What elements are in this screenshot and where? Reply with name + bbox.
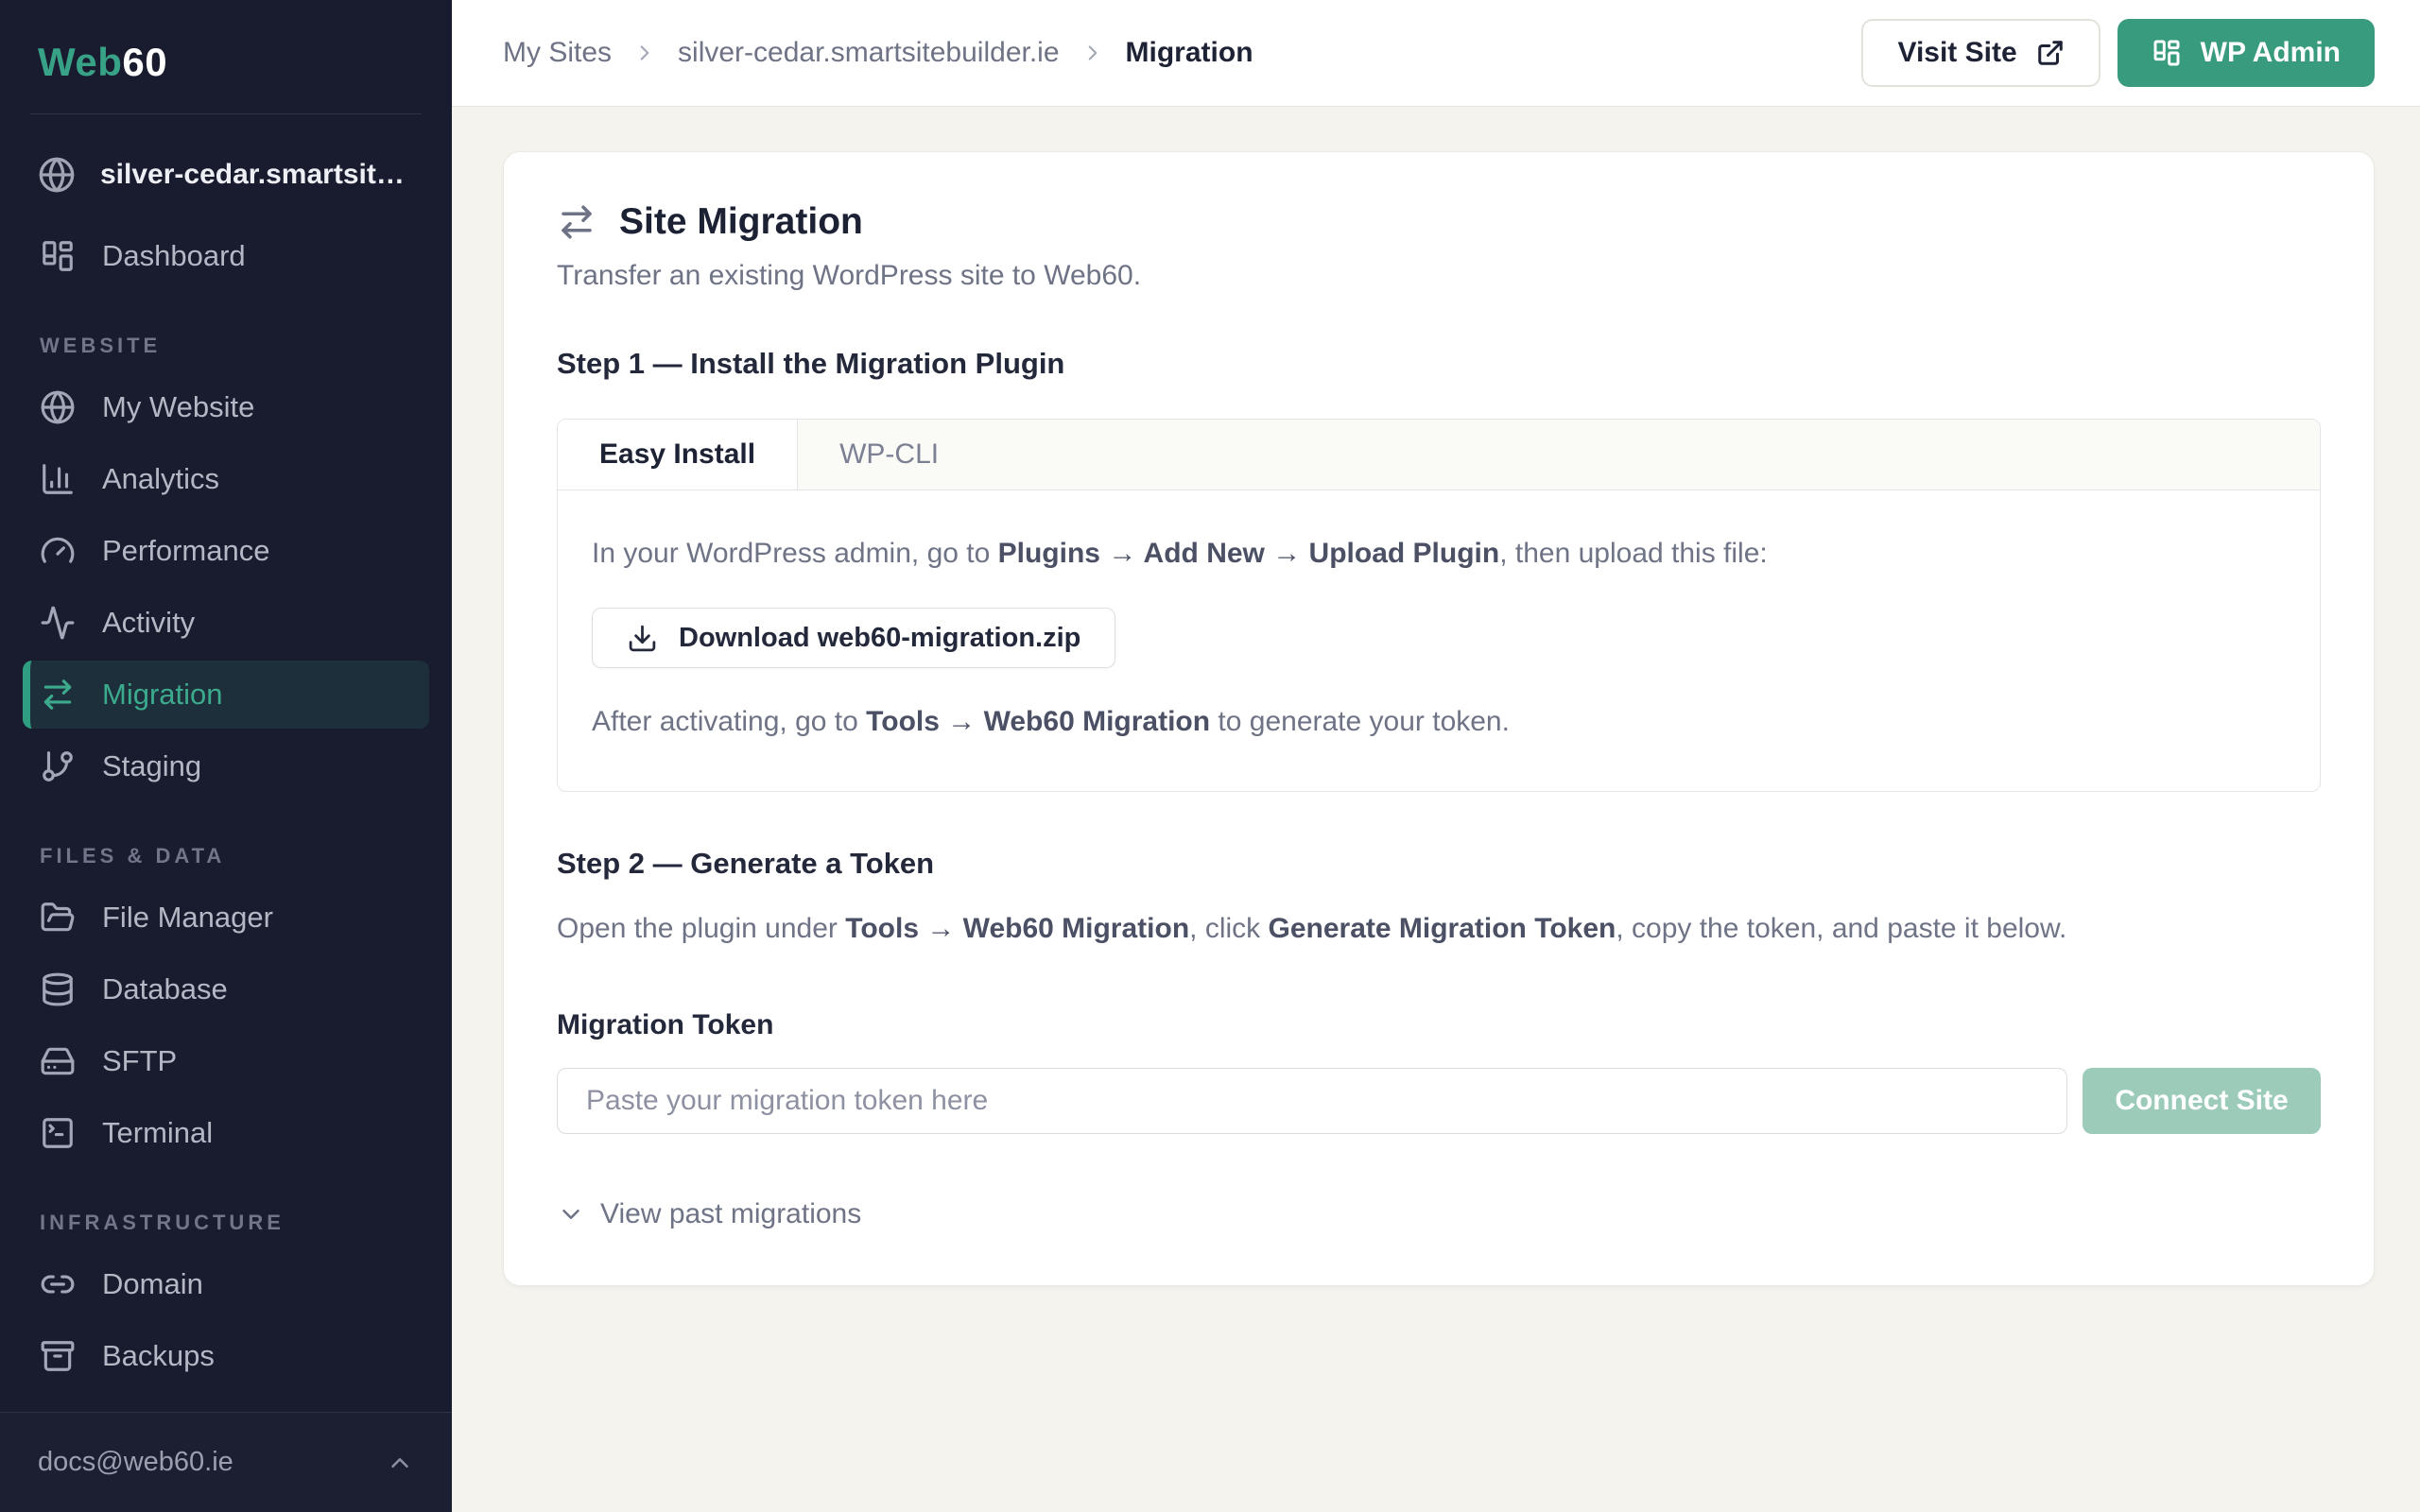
chevron-right-icon <box>632 41 657 65</box>
main-area: My Sites silver-cedar.smartsitebuilder.i… <box>452 0 2420 1512</box>
topbar: My Sites silver-cedar.smartsitebuilder.i… <box>452 0 2420 107</box>
wp-admin-label: WP Admin <box>2201 37 2341 69</box>
globe-icon <box>38 156 76 194</box>
tab-easy-install[interactable]: Easy Install <box>558 420 798 490</box>
view-past-migrations-label: View past migrations <box>600 1198 861 1230</box>
breadcrumb: My Sites silver-cedar.smartsitebuilder.i… <box>503 37 1253 69</box>
download-icon <box>627 623 658 654</box>
sidebar-item-performance[interactable]: Performance <box>23 517 429 585</box>
install-instruction: In your WordPress admin, go to Plugins →… <box>592 534 2286 574</box>
sidebar-item-staging[interactable]: Staging <box>23 732 429 800</box>
chevron-down-icon <box>557 1200 585 1228</box>
page-subtitle: Transfer an existing WordPress site to W… <box>557 260 2321 292</box>
page-title: Site Migration <box>619 201 863 243</box>
sidebar-nav: Dashboard WEBSITE My Website Analytics P… <box>0 209 452 1390</box>
brand-logo-primary: Web <box>38 40 122 84</box>
sidebar-item-label: Domain <box>102 1267 203 1301</box>
content: Site Migration Transfer an existing Word… <box>452 107 2420 1512</box>
install-tab-bar: Easy Install WP-CLI <box>558 420 2320 490</box>
sidebar-item-label: Dashboard <box>102 239 246 273</box>
sidebar-item-label: My Website <box>102 390 254 424</box>
sidebar-item-migration[interactable]: Migration <box>23 661 429 729</box>
sidebar-section-files-data: FILES & DATA <box>23 800 429 884</box>
topbar-actions: Visit Site WP Admin <box>1861 19 2375 87</box>
transfer-arrows-icon <box>557 202 596 242</box>
migration-token-label: Migration Token <box>557 1009 2321 1041</box>
sidebar-item-label: SFTP <box>102 1044 177 1078</box>
sidebar-item-label: Terminal <box>102 1116 213 1150</box>
server-icon <box>40 1043 76 1079</box>
card-title-row: Site Migration <box>557 201 2321 243</box>
download-plugin-button[interactable]: Download web60-migration.zip <box>592 608 1115 668</box>
token-row: Connect Site <box>557 1068 2321 1134</box>
brand-logo: Web60 <box>0 0 452 113</box>
brand-logo-secondary: 60 <box>122 40 167 84</box>
sidebar-item-domain[interactable]: Domain <box>23 1250 429 1318</box>
tab-wp-cli[interactable]: WP-CLI <box>798 420 980 490</box>
sidebar-item-my-website[interactable]: My Website <box>23 373 429 441</box>
install-tab-body: In your WordPress admin, go to Plugins →… <box>558 490 2320 791</box>
sidebar-item-backups[interactable]: Backups <box>23 1322 429 1390</box>
sidebar-item-dashboard[interactable]: Dashboard <box>23 222 429 290</box>
view-past-migrations-toggle[interactable]: View past migrations <box>557 1198 2321 1230</box>
footer-email: docs@web60.ie <box>38 1447 233 1478</box>
activity-pulse-icon <box>40 605 76 641</box>
bar-chart-icon <box>40 461 76 497</box>
external-link-icon <box>2036 39 2065 67</box>
sidebar-footer-account[interactable]: docs@web60.ie <box>0 1412 452 1512</box>
sidebar-section-website: WEBSITE <box>23 290 429 373</box>
step2-instruction: Open the plugin under Tools → Web60 Migr… <box>557 909 2321 949</box>
sidebar: Web60 silver-cedar.smartsitebuilder.ie D… <box>0 0 452 1512</box>
sidebar-item-label: File Manager <box>102 901 273 935</box>
chevron-up-icon <box>386 1449 414 1477</box>
after-activating-note: After activating, go to Tools → Web60 Mi… <box>592 702 2286 742</box>
git-branch-icon <box>40 748 76 784</box>
sidebar-item-sftp[interactable]: SFTP <box>23 1027 429 1095</box>
sidebar-item-terminal[interactable]: Terminal <box>23 1099 429 1167</box>
breadcrumb-my-sites[interactable]: My Sites <box>503 37 612 69</box>
sidebar-item-analytics[interactable]: Analytics <box>23 445 429 513</box>
gauge-icon <box>40 533 76 569</box>
breadcrumb-current-page: Migration <box>1126 37 1253 69</box>
sidebar-item-label: Backups <box>102 1339 215 1373</box>
sidebar-item-label: Analytics <box>102 462 219 496</box>
step1-title: Step 1 — Install the Migration Plugin <box>557 347 2321 381</box>
sidebar-item-label: Staging <box>102 749 201 783</box>
migration-token-input[interactable] <box>557 1068 2067 1134</box>
sidebar-item-label: Database <box>102 972 228 1006</box>
sidebar-item-database[interactable]: Database <box>23 955 429 1023</box>
visit-site-label: Visit Site <box>1897 37 2016 69</box>
sidebar-item-label: Performance <box>102 534 269 568</box>
dashboard-grid-icon <box>2152 38 2182 68</box>
install-tab-panel: Easy Install WP-CLI In your WordPress ad… <box>557 419 2321 792</box>
visit-site-button[interactable]: Visit Site <box>1861 19 2100 87</box>
sidebar-item-label: Migration <box>102 678 223 712</box>
transfer-arrows-icon <box>40 677 76 713</box>
terminal-icon <box>40 1115 76 1151</box>
migration-card: Site Migration Transfer an existing Word… <box>503 151 2375 1286</box>
step2-title: Step 2 — Generate a Token <box>557 847 2321 881</box>
breadcrumb-site[interactable]: silver-cedar.smartsitebuilder.ie <box>678 37 1060 69</box>
globe-icon <box>40 389 76 425</box>
sidebar-site-selector[interactable]: silver-cedar.smartsitebuilder.ie <box>0 114 452 209</box>
folder-open-icon <box>40 900 76 936</box>
database-icon <box>40 971 76 1007</box>
wp-admin-button[interactable]: WP Admin <box>2118 19 2375 87</box>
link-icon <box>40 1266 76 1302</box>
sidebar-section-infrastructure: INFRASTRUCTURE <box>23 1167 429 1250</box>
sidebar-item-label: Activity <box>102 606 195 640</box>
archive-icon <box>40 1338 76 1374</box>
sidebar-item-activity[interactable]: Activity <box>23 589 429 657</box>
chevron-right-icon <box>1080 41 1105 65</box>
download-plugin-label: Download web60-migration.zip <box>679 623 1080 654</box>
sidebar-item-file-manager[interactable]: File Manager <box>23 884 429 952</box>
dashboard-grid-icon <box>40 238 76 274</box>
connect-site-button[interactable]: Connect Site <box>2083 1068 2321 1134</box>
sidebar-site-name: silver-cedar.smartsitebuilder.ie <box>100 159 412 191</box>
